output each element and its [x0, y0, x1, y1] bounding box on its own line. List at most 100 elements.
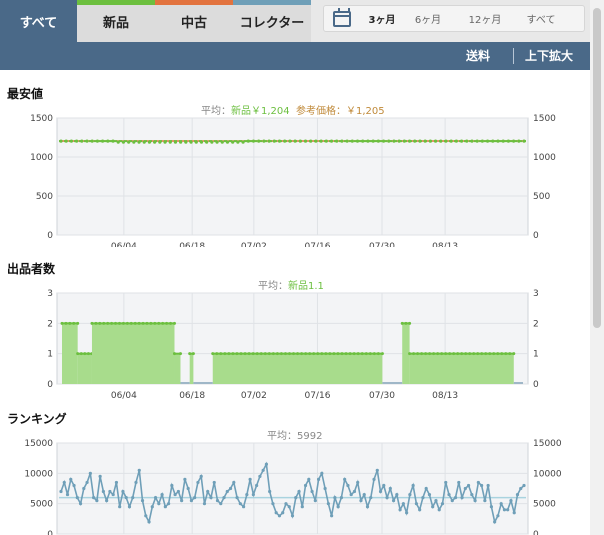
ranking-chart[interactable]: 0 0 5000 5000 10000 10000 15000 15000 [0, 437, 590, 535]
range-option-6m[interactable]: 6ヶ月 [399, 11, 457, 26]
ranking-point-122 [457, 480, 461, 485]
ranking-point-31 [160, 492, 164, 497]
ranking-point-129 [480, 483, 484, 488]
ranking-point-42 [196, 480, 200, 485]
ranking-point-135 [499, 502, 503, 506]
tab-used[interactable]: 中古 [155, 0, 233, 42]
price-point-61 [376, 139, 380, 143]
price-plot-area [56, 117, 529, 236]
lowest-price-chart[interactable]: 06/04 06/18 07/02 07/16 07/30 08/13 0 0 500 500 10… [0, 112, 590, 247]
ranking-point-83 [330, 514, 334, 518]
range-option-12m[interactable]: 12ヶ月 [457, 11, 513, 26]
shipping-button[interactable]: 送料 [466, 42, 490, 70]
sellers-point-5-36 [356, 352, 360, 356]
price-y-tick-left-2: 1000 [30, 153, 53, 163]
price-point-72 [433, 139, 438, 143]
ranking-point-44 [202, 502, 207, 506]
sellers-point-2-14 [145, 321, 149, 325]
ranking-point-57 [245, 492, 249, 497]
ranking-point-1 [62, 480, 66, 485]
ranking-point-35 [173, 492, 177, 497]
price-point-1 [64, 139, 68, 143]
price-point-86 [506, 139, 510, 143]
ranking-point-27 [147, 520, 151, 524]
ranking-point-21 [127, 505, 132, 509]
zoom-vertical-button[interactable]: 上下拡大 [525, 42, 573, 70]
ranking-point-32 [163, 505, 167, 509]
ranking-point-56 [241, 505, 246, 509]
ranking-point-117 [440, 502, 445, 506]
price-x-tick-5: 08/13 [432, 242, 458, 247]
ranking-point-133 [493, 520, 497, 524]
range-option-3m[interactable]: 3ヶ月 [365, 11, 399, 26]
ranking-point-23 [134, 480, 138, 485]
ranking-point-39 [186, 486, 190, 491]
sellers-y-tick-left-1: 1 [47, 350, 53, 360]
price-x-tick-3: 07/16 [304, 242, 330, 247]
ranking-point-115 [434, 499, 438, 503]
range-option-all[interactable]: すべて [513, 11, 569, 26]
ranking-point-40 [189, 499, 194, 503]
sellers-point-5-33 [344, 352, 348, 356]
tab-used-label: 中古 [180, 15, 207, 31]
sellers-point-7-23 [500, 352, 504, 356]
sellers-y-tick-left-0: 0 [47, 380, 53, 390]
sellers-point-5-40 [372, 352, 376, 356]
sellers-y-tick-right-1: 1 [533, 350, 539, 360]
price-point-66 [402, 139, 406, 143]
price-point-38 [257, 139, 261, 143]
sellers-point-7-25 [508, 352, 512, 356]
price-point-84 [496, 139, 500, 143]
sellers-point-6-0 [400, 321, 404, 325]
ranking-point-124 [463, 486, 467, 491]
ranking-y-tick-left-2: 10000 [24, 469, 53, 479]
ranking-point-38 [183, 477, 187, 481]
sellers-y-tick-left-3: 3 [47, 289, 53, 299]
ranking-point-36 [176, 489, 180, 494]
price-point-74 [444, 139, 448, 143]
ranking-point-125 [466, 483, 471, 488]
ranking-y-tick-left-3: 15000 [24, 439, 53, 449]
price-point-49 [314, 139, 318, 143]
price-point-12 [121, 140, 126, 144]
ranking-point-95 [369, 496, 373, 500]
tab-all[interactable]: すべて [0, 0, 77, 42]
price-point-65 [397, 139, 401, 143]
ranking-point-61 [258, 474, 262, 478]
sellers-point-2-19 [165, 321, 169, 325]
price-point-25 [189, 140, 193, 144]
ranking-point-119 [447, 492, 451, 497]
ranking-point-141 [519, 486, 523, 491]
sellers-point-3-0 [172, 352, 176, 356]
sellers-point-3-1 [178, 352, 182, 356]
sellers-x-tick-5: 08/13 [432, 391, 458, 401]
sellers-point-5-12 [259, 352, 263, 356]
sellers-point-7-16 [472, 352, 476, 356]
sellers-point-7-9 [444, 352, 448, 356]
price-point-37 [251, 139, 256, 143]
sellers-point-2-2 [98, 321, 102, 325]
ranking-point-81 [323, 486, 327, 491]
scrollbar-thumb[interactable] [593, 8, 601, 328]
price-y-tick-right-1: 500 [533, 192, 550, 202]
sellers-point-5-42 [380, 352, 384, 356]
ranking-point-89 [349, 492, 353, 497]
calendar-icon[interactable] [333, 7, 351, 27]
ranking-point-90 [352, 489, 357, 494]
ranking-point-86 [339, 496, 344, 500]
tab-new[interactable]: 新品 [77, 0, 155, 42]
tab-new-stripe [77, 0, 155, 5]
sellers-y-tick-left-2: 2 [47, 319, 53, 329]
ranking-point-77 [310, 489, 314, 494]
sellers-point-7-26 [512, 352, 516, 356]
ranking-point-74 [300, 505, 304, 509]
price-point-56 [350, 139, 354, 143]
price-point-21 [168, 140, 172, 144]
sellers-chart[interactable]: 06/04 06/18 07/02 07/16 07/30 08/13 0 0 1 1 2 2 3 3 [0, 287, 590, 402]
ranking-point-139 [512, 511, 516, 515]
price-point-7 [95, 139, 100, 143]
sellers-point-2-5 [110, 321, 114, 325]
ranking-point-140 [515, 492, 520, 497]
price-point-45 [293, 139, 297, 143]
tab-collector[interactable]: コレクター [233, 0, 311, 42]
